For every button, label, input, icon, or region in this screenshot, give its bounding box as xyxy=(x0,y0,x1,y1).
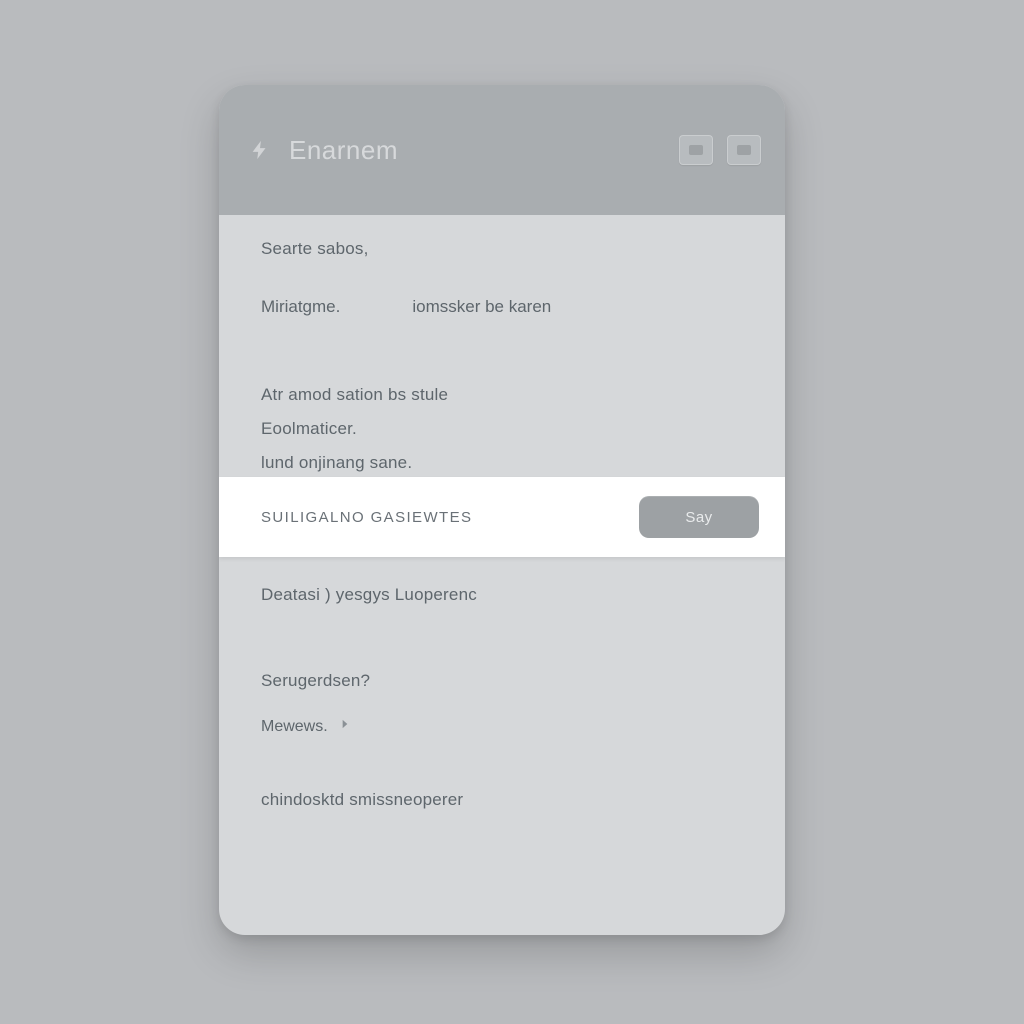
searte-label: Searte sabos, xyxy=(261,239,743,259)
miriatgme-row: Miriatgme. iomssker be karen xyxy=(261,297,743,317)
say-button[interactable]: Say xyxy=(639,496,759,538)
miriatgme-value: iomssker be karen xyxy=(412,297,551,317)
deatasi-label: Deatasi ) yesgys Luoperenc xyxy=(261,585,743,605)
chirdoske-label: chindosktd smissneoperer xyxy=(261,790,743,810)
picture-icon[interactable] xyxy=(679,135,713,165)
chevron-right-icon xyxy=(338,717,352,736)
panel-body: Searte sabos, Miriatgme. iomssker be kar… xyxy=(219,215,785,473)
section2-line2: Eoolmaticer. xyxy=(261,419,743,439)
settings-panel: Enarnem Searte sabos, Miriatgme. iomsske… xyxy=(219,85,785,935)
say-button-label: Say xyxy=(685,509,712,526)
lower-section: Deatasi ) yesgys Luoperenc Serugerdsen? … xyxy=(261,585,743,810)
panel-header: Enarnem xyxy=(219,85,785,215)
bolt-icon xyxy=(249,139,271,161)
card-icon[interactable] xyxy=(727,135,761,165)
section2-line3: lund onjinang sane. xyxy=(261,453,743,473)
section2-line1: Atr amod sation bs stule xyxy=(261,385,743,405)
highlight-label: SUILIGALNO GASIEWTES xyxy=(261,509,472,526)
panel-title: Enarnem xyxy=(289,135,665,166)
highlight-row: SUILIGALNO GASIEWTES Say xyxy=(219,477,785,557)
menews-row[interactable]: Mewews. xyxy=(261,717,743,736)
sergerdsen-label: Serugerdsen? xyxy=(261,671,743,691)
menews-label: Mewews. xyxy=(261,718,328,736)
miriatgme-key: Miriatgme. xyxy=(261,297,340,317)
